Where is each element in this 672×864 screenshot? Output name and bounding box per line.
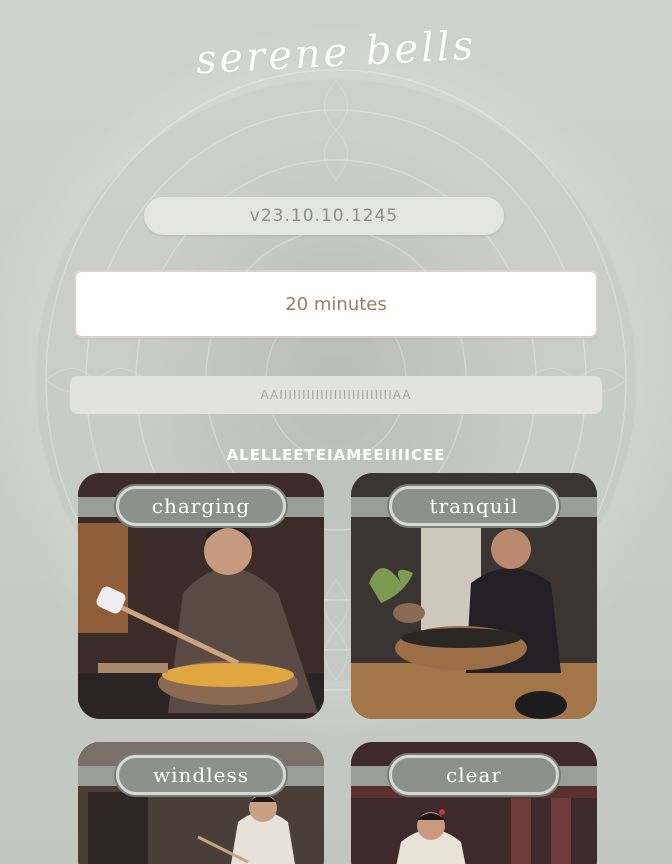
duration-selector[interactable]: 20 minutes	[76, 272, 596, 336]
sound-card-label: windless	[116, 755, 286, 795]
version-badge: v23.10.10.1245	[144, 197, 504, 235]
sound-card-tranquil[interactable]: tranquil	[351, 473, 597, 719]
section-heading: ALELLEETEIAMEEIIIICEE	[226, 446, 446, 464]
sound-card-label: clear	[389, 755, 559, 795]
start-button[interactable]: AAIIIIIIIIIIIIIIIIIIIIIIIIIAA	[70, 376, 602, 414]
sound-card-windless[interactable]: windless	[78, 742, 324, 864]
sound-card-label: tranquil	[389, 486, 559, 526]
sound-card-label: charging	[116, 486, 286, 526]
sound-card-clear[interactable]: clear	[351, 742, 597, 864]
sound-card-charging[interactable]: charging	[78, 473, 324, 719]
